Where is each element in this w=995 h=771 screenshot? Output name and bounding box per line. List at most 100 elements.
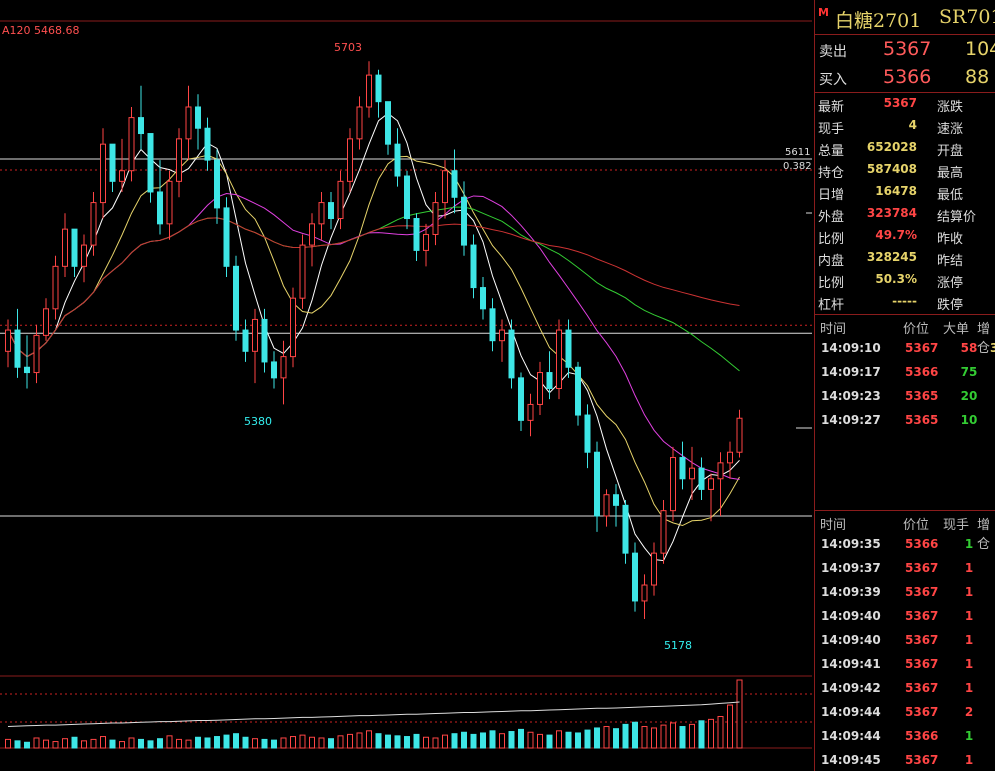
candle-body[interactable] bbox=[138, 117, 144, 135]
candle-body[interactable] bbox=[537, 372, 543, 405]
candle-body[interactable] bbox=[176, 138, 182, 182]
volume-bar bbox=[736, 679, 743, 749]
candle-body[interactable] bbox=[432, 202, 439, 235]
candle-body[interactable] bbox=[613, 494, 619, 506]
tick-row[interactable]: 14:09:35 5366 1 bbox=[815, 532, 995, 556]
candle-body[interactable] bbox=[679, 457, 686, 480]
candle-body[interactable] bbox=[52, 265, 59, 310]
stat-row: 最新 5367 涨跌 bbox=[815, 93, 995, 115]
big-trade-row[interactable]: 14:09:27 5365 10 bbox=[815, 408, 995, 432]
candle-body[interactable] bbox=[594, 451, 600, 517]
candle-body[interactable] bbox=[318, 202, 325, 225]
candle-body[interactable] bbox=[195, 106, 201, 129]
candle-body[interactable] bbox=[157, 191, 163, 225]
candle-body[interactable] bbox=[261, 318, 268, 363]
candle-body[interactable] bbox=[81, 244, 87, 267]
candle-body[interactable] bbox=[100, 143, 106, 204]
candle-body[interactable] bbox=[309, 223, 315, 246]
tick-row[interactable]: 14:09:41 5367 1 bbox=[815, 652, 995, 676]
candle-body[interactable] bbox=[698, 467, 705, 490]
candle-body[interactable] bbox=[385, 101, 391, 145]
candle-body[interactable] bbox=[584, 414, 591, 453]
candle-body[interactable] bbox=[14, 329, 21, 368]
candle-body[interactable] bbox=[423, 233, 429, 251]
candle-body[interactable] bbox=[727, 451, 733, 464]
candle-body[interactable] bbox=[470, 244, 477, 289]
candle-body[interactable] bbox=[271, 361, 277, 379]
candle-body[interactable] bbox=[556, 329, 562, 389]
candle-body[interactable] bbox=[242, 329, 249, 352]
candle-body[interactable] bbox=[185, 106, 192, 140]
candle-body[interactable] bbox=[708, 478, 714, 490]
big-trade-row[interactable]: 14:09:17 5366 75 bbox=[815, 360, 995, 384]
tick-row[interactable]: 14:09:45 5367 1 bbox=[815, 748, 995, 771]
candle-body[interactable] bbox=[62, 228, 68, 267]
candle-body[interactable] bbox=[252, 318, 258, 352]
candle-body[interactable] bbox=[565, 329, 572, 368]
candle-body[interactable] bbox=[413, 218, 420, 251]
candle-body[interactable] bbox=[299, 244, 306, 299]
candle-body[interactable] bbox=[660, 510, 667, 554]
big-trade-row[interactable]: 14:09:23 5365 20 bbox=[815, 384, 995, 408]
candle-body[interactable] bbox=[404, 175, 410, 220]
tick-row[interactable]: 14:09:42 5367 1 bbox=[815, 676, 995, 700]
tick-row[interactable]: 14:09:37 5367 1 bbox=[815, 556, 995, 580]
candle-body[interactable] bbox=[356, 106, 363, 140]
candle-body[interactable] bbox=[717, 462, 724, 480]
contract-code[interactable]: SR701 bbox=[939, 6, 995, 28]
candle-body[interactable] bbox=[394, 143, 401, 177]
candle-body[interactable] bbox=[451, 170, 458, 198]
candle-body[interactable] bbox=[480, 287, 486, 310]
candle-body[interactable] bbox=[546, 372, 553, 389]
tick-row[interactable]: 14:09:40 5367 1 bbox=[815, 628, 995, 652]
candle-body[interactable] bbox=[499, 329, 505, 342]
candle-body[interactable] bbox=[736, 417, 743, 453]
candle-body[interactable] bbox=[347, 138, 353, 182]
candle-body[interactable] bbox=[5, 329, 11, 352]
candle-body[interactable] bbox=[71, 228, 78, 267]
candle-body[interactable] bbox=[689, 467, 695, 480]
candle-body[interactable] bbox=[366, 74, 372, 108]
candle-body[interactable] bbox=[461, 196, 467, 246]
candle-body[interactable] bbox=[214, 159, 220, 209]
contract-name[interactable]: 白糖2701 bbox=[835, 6, 921, 33]
big-trade-row[interactable]: 14:09:10 5367 58 3 bbox=[815, 336, 995, 360]
candle-body[interactable] bbox=[204, 127, 211, 161]
tick-row[interactable]: 14:09:40 5367 1 bbox=[815, 604, 995, 628]
candle-body[interactable] bbox=[575, 366, 581, 416]
candle-body[interactable] bbox=[603, 494, 610, 517]
candle-body[interactable] bbox=[223, 207, 230, 267]
candle-body[interactable] bbox=[24, 366, 30, 374]
candle-body[interactable] bbox=[641, 584, 648, 602]
tick-row[interactable]: 14:09:44 5367 2 bbox=[815, 700, 995, 724]
tick-row[interactable]: 14:09:39 5367 1 bbox=[815, 580, 995, 604]
candle-body[interactable] bbox=[90, 202, 97, 246]
candle-body[interactable] bbox=[622, 504, 629, 554]
quote-row[interactable]: 卖出 5367 104 bbox=[815, 36, 995, 64]
candle-body[interactable] bbox=[489, 308, 496, 342]
candle-body[interactable] bbox=[128, 117, 135, 172]
candle-body[interactable] bbox=[651, 552, 657, 586]
candle-body[interactable] bbox=[632, 552, 638, 602]
candle-body[interactable] bbox=[328, 202, 334, 220]
candle-body[interactable] bbox=[109, 143, 116, 182]
candle-body[interactable] bbox=[233, 265, 239, 331]
candle-body[interactable] bbox=[290, 297, 296, 358]
candle-body[interactable] bbox=[280, 356, 287, 379]
candle-body[interactable] bbox=[508, 329, 515, 379]
candle-body[interactable] bbox=[166, 180, 173, 225]
candle-body[interactable] bbox=[518, 377, 524, 421]
tick-price: 5367 bbox=[905, 585, 939, 599]
candle-body[interactable] bbox=[33, 334, 40, 374]
candlestick-chart[interactable]: A120 5468.68 5703 5380 5178 5611 0.382 bbox=[0, 0, 812, 771]
candle-body[interactable] bbox=[147, 133, 154, 193]
candle-body[interactable] bbox=[119, 170, 125, 182]
candle-body[interactable] bbox=[375, 74, 382, 103]
candle-body[interactable] bbox=[527, 403, 534, 421]
candle-body[interactable] bbox=[670, 457, 676, 512]
candle-body[interactable] bbox=[442, 170, 448, 204]
tick-row[interactable]: 14:09:44 5366 1 bbox=[815, 724, 995, 748]
candle-body[interactable] bbox=[337, 180, 344, 220]
candle-body[interactable] bbox=[43, 308, 49, 336]
quote-row[interactable]: 买入 5366 88 bbox=[815, 64, 995, 92]
